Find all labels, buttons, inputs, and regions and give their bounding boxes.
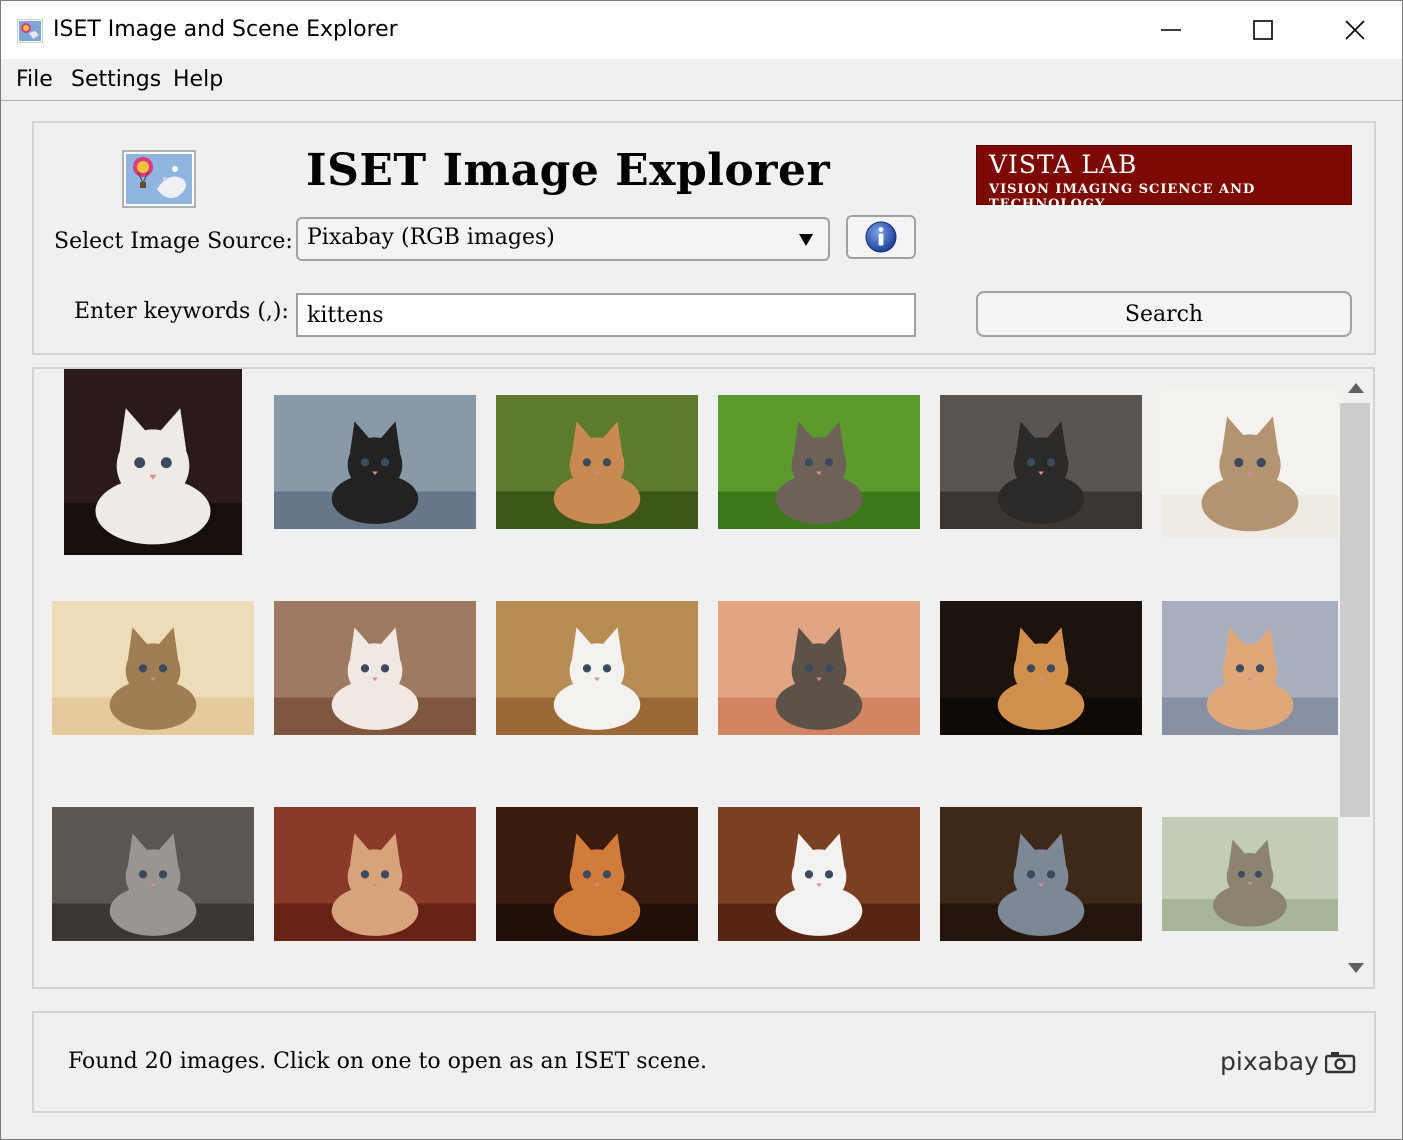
kitten-photo	[496, 395, 698, 529]
menu-settings[interactable]: Settings	[71, 67, 161, 92]
thumbnail-image[interactable]	[940, 601, 1142, 735]
scrollbar-thumb[interactable]	[1340, 403, 1370, 817]
thumbnail-image[interactable]	[718, 395, 920, 529]
kitten-photo	[1162, 601, 1338, 735]
menu-help[interactable]: Help	[173, 67, 223, 92]
thumbnail-image[interactable]	[274, 807, 476, 941]
thumbnail-image[interactable]	[64, 369, 242, 555]
vista-lab-logo: VISTA LAB VISION IMAGING SCIENCE AND TEC…	[976, 145, 1352, 212]
title-bar: ISET Image and Scene Explorer	[1, 1, 1402, 59]
vista-lab-subtitle: VISION IMAGING SCIENCE AND TECHNOLOGY	[989, 182, 1256, 212]
kitten-photo	[1162, 387, 1338, 537]
search-button[interactable]: Search	[976, 291, 1352, 337]
app-window: ISET Image and Scene Explorer File Setti…	[0, 0, 1403, 1140]
kitten-photo	[64, 369, 242, 555]
kitten-photo	[52, 601, 254, 735]
kitten-photo	[940, 395, 1142, 529]
maximize-button[interactable]	[1217, 1, 1309, 59]
kitten-photo	[52, 807, 254, 941]
thumbnail-image[interactable]	[274, 601, 476, 735]
app-icon	[16, 18, 44, 44]
thumbnail-image[interactable]	[1162, 601, 1338, 735]
pixabay-credit: pixabay	[1220, 1047, 1319, 1076]
kitten-photo	[274, 601, 476, 735]
kitten-photo	[496, 601, 698, 735]
thumbnail-image[interactable]	[1162, 817, 1338, 931]
dropdown-arrow-icon	[799, 234, 813, 246]
menu-bar: File Settings Help	[1, 59, 1402, 101]
maximize-icon	[1253, 20, 1273, 40]
menu-file[interactable]: File	[16, 67, 53, 92]
source-label: Select Image Source:	[54, 229, 293, 254]
vista-lab-title: VISTA LAB	[989, 150, 1138, 179]
page-title: ISET Image Explorer	[306, 145, 831, 196]
window-title: ISET Image and Scene Explorer	[53, 17, 398, 42]
thumbnail-image[interactable]	[718, 601, 920, 735]
kitten-photo	[718, 395, 920, 529]
thumbnail-image[interactable]	[496, 395, 698, 529]
app-logo-icon	[121, 149, 197, 209]
image-source-dropdown[interactable]: Pixabay (RGB images)	[296, 217, 830, 261]
kitten-photo	[940, 807, 1142, 941]
info-icon	[865, 221, 897, 253]
thumbnail-image[interactable]	[52, 601, 254, 735]
minimize-button[interactable]	[1125, 1, 1217, 59]
thumbnail-image[interactable]	[718, 807, 920, 941]
image-source-value: Pixabay (RGB images)	[307, 225, 555, 250]
minimize-icon	[1161, 29, 1181, 31]
scroll-up-icon[interactable]	[1348, 383, 1364, 393]
kitten-photo	[1162, 817, 1338, 931]
close-button[interactable]	[1309, 1, 1401, 59]
camera-icon	[1324, 1051, 1356, 1073]
keywords-input[interactable]	[296, 293, 916, 337]
thumbnail-image[interactable]	[52, 807, 254, 941]
kitten-photo	[496, 807, 698, 941]
thumbnail-image[interactable]	[496, 601, 698, 735]
kitten-photo	[274, 395, 476, 529]
thumbnail-image[interactable]	[496, 807, 698, 941]
pixabay-logo: pixabay	[1220, 1047, 1357, 1076]
info-button[interactable]	[846, 215, 916, 259]
thumbnail-image[interactable]	[1162, 387, 1338, 537]
scroll-down-icon[interactable]	[1348, 963, 1364, 973]
keywords-label: Enter keywords (,):	[74, 299, 289, 324]
thumbnail-image[interactable]	[274, 395, 476, 529]
kitten-photo	[940, 601, 1142, 735]
thumbnail-image[interactable]	[940, 395, 1142, 529]
kitten-photo	[718, 807, 920, 941]
kitten-photo	[274, 807, 476, 941]
close-icon	[1345, 20, 1365, 40]
kitten-photo	[718, 601, 920, 735]
thumbnail-image[interactable]	[940, 807, 1142, 941]
status-message: Found 20 images. Click on one to open as…	[68, 1049, 708, 1074]
